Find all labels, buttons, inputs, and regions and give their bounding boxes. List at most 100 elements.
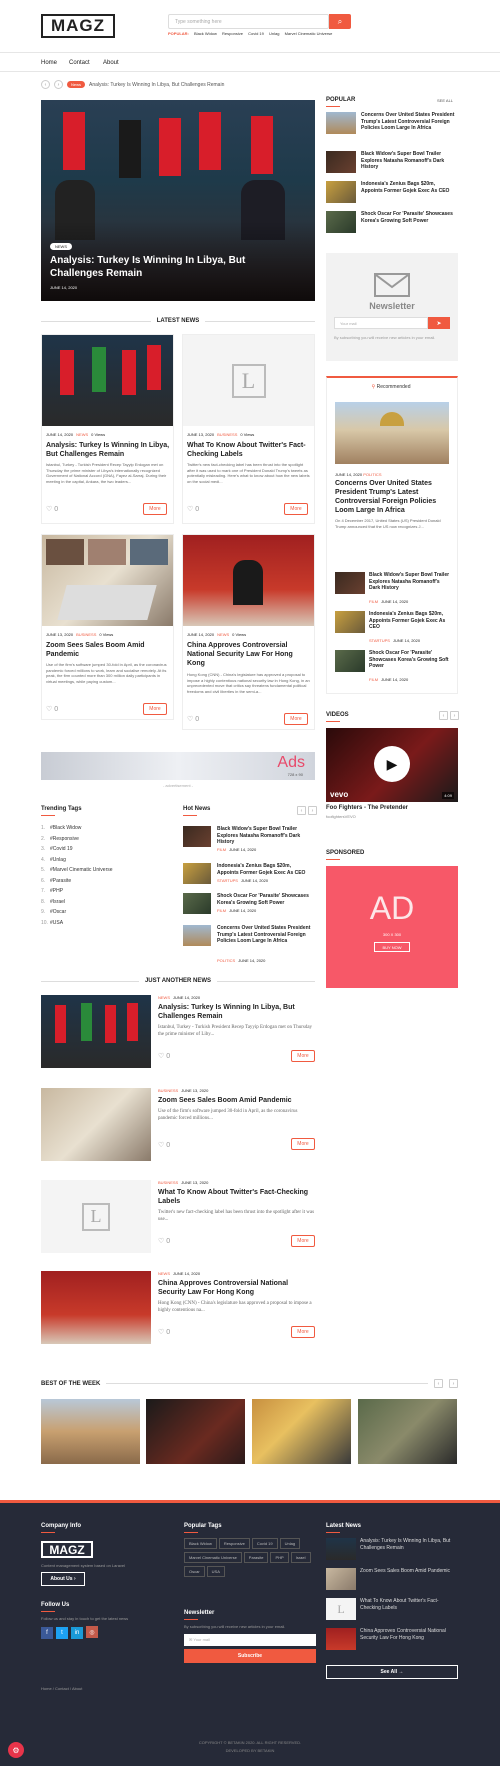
chevron-left-icon[interactable]: ‹ (297, 806, 306, 815)
heart-icon[interactable]: ♡ 0 (187, 715, 199, 723)
tag-item[interactable]: 7. #PHP (41, 888, 113, 899)
about-us-button[interactable]: About Us › (41, 1572, 85, 1586)
ticker-text[interactable]: Analysis: Turkey Is Winning In Libya, Bu… (89, 82, 224, 88)
search-input[interactable]: Type something here (168, 14, 329, 29)
instagram-icon[interactable]: ◎ (86, 1626, 98, 1638)
card-title[interactable]: Analysis: Turkey Is Winning In Libya, Bu… (46, 441, 170, 459)
list-article[interactable]: L BUSINESS JUNE 13, 2020 What To Know Abo… (41, 1180, 315, 1253)
news-card[interactable]: L JUNE 13, 2020 BUSINESS 0 Views What To K… (182, 334, 315, 524)
hero-article[interactable]: NEWS Analysis: Turkey Is Winning In Liby… (41, 100, 315, 301)
more-button[interactable]: More (291, 1235, 315, 1247)
popular-item[interactable]: Concerns Over United States President Tr… (326, 112, 458, 136)
heart-icon[interactable]: ♡ 0 (46, 705, 58, 713)
more-button[interactable]: More (284, 503, 308, 515)
card-title[interactable]: Zoom Sees Sales Boom Amid Pandemic (46, 641, 170, 659)
more-button[interactable]: More (143, 703, 167, 715)
chevron-left-icon[interactable]: ‹ (434, 1379, 443, 1388)
nav-home[interactable]: Home (41, 60, 57, 66)
facebook-icon[interactable]: f (41, 1626, 53, 1639)
play-icon[interactable]: ▶ (374, 746, 410, 782)
footer-tag[interactable]: Marvel Cinematic Universe (184, 1552, 242, 1563)
footer-link-contact[interactable]: Contact (55, 1686, 69, 1691)
footer-tag[interactable]: Covid 19 (251, 1538, 278, 1549)
more-button[interactable]: More (291, 1326, 315, 1338)
list-article[interactable]: NEWS JUNE 14, 2020 Analysis: Turkey Is Wi… (41, 995, 315, 1068)
floating-settings-button[interactable]: ⚙ (8, 1742, 24, 1758)
recommended-title[interactable]: Concerns Over United States President Tr… (335, 479, 451, 515)
popular-tag[interactable]: Unlag (269, 31, 279, 36)
footer-link-about[interactable]: About (72, 1686, 82, 1691)
footer-email-input[interactable]: ✉ Your mail (184, 1634, 316, 1646)
twitter-icon[interactable]: t (56, 1626, 68, 1639)
heart-icon[interactable]: ♡ 0 (158, 1328, 170, 1336)
more-button[interactable]: More (284, 713, 308, 725)
card-title[interactable]: China Approves Controversial National Se… (187, 641, 311, 668)
recommended-image[interactable] (335, 402, 449, 464)
subscribe-button[interactable]: Subscribe (184, 1649, 316, 1663)
footer-tag[interactable]: Unlag (279, 1538, 301, 1549)
banner-ad[interactable]: Ads 728 x 90 (41, 752, 315, 780)
chevron-right-icon[interactable]: › (54, 80, 63, 89)
footer-link-home[interactable]: Home (41, 1686, 52, 1691)
footer-tag[interactable]: Parasite (243, 1552, 269, 1563)
nav-about[interactable]: About (103, 60, 119, 66)
hot-news-item[interactable]: Indonesia's Zenius Bags $20m, Appoints F… (183, 863, 315, 891)
more-button[interactable]: More (291, 1050, 315, 1062)
article-title[interactable]: China Approves Controversial National Se… (158, 1279, 315, 1297)
best-of-week-item[interactable] (358, 1399, 457, 1464)
heart-icon[interactable]: ♡ 0 (158, 1052, 170, 1060)
article-title[interactable]: What To Know About Twitter's Fact-Checki… (158, 1188, 315, 1206)
card-title[interactable]: What To Know About Twitter's Fact-Checki… (187, 441, 311, 459)
footer-latest-item[interactable]: Zoom Sees Sales Boom Amid Pandemic (326, 1568, 458, 1592)
article-title[interactable]: Analysis: Turkey Is Winning In Libya, Bu… (158, 1003, 315, 1021)
recommended-item[interactable]: Indonesia's Zenius Bags $20m, Appoints F… (335, 611, 455, 645)
footer-tag[interactable]: Black Widow (184, 1538, 217, 1549)
heart-icon[interactable]: ♡ 0 (158, 1237, 170, 1245)
hot-news-item[interactable]: Shock Oscar For 'Parasite' Showcases Kor… (183, 893, 315, 921)
chevron-left-icon[interactable]: ‹ (41, 80, 50, 89)
tag-item[interactable]: 2. #Responsive (41, 836, 113, 847)
footer-logo[interactable]: MAGZ (41, 1541, 93, 1558)
sponsored-ad[interactable]: AD 300 X 300 BUY NOW (326, 866, 458, 988)
video-player[interactable]: ▶ vevo 4:09 (326, 728, 458, 802)
see-all-link[interactable]: SEE ALL (437, 98, 453, 103)
more-button[interactable]: More (291, 1138, 315, 1150)
popular-tag[interactable]: Black Widow (194, 31, 217, 36)
site-logo[interactable]: MAGZ (41, 14, 115, 38)
newsletter-email-input[interactable]: Your mail (334, 317, 428, 329)
heart-icon[interactable]: ♡ 0 (46, 505, 58, 513)
popular-tag[interactable]: Responsive (222, 31, 243, 36)
tag-item[interactable]: 4. #Unlag (41, 857, 113, 868)
video-title[interactable]: Foo Fighters - The Pretender (326, 805, 408, 811)
send-button[interactable]: ➤ (428, 317, 450, 329)
tag-item[interactable]: 5. #Marvel Cinematic Universe (41, 867, 113, 878)
tag-item[interactable]: 1. #Black Widow (41, 825, 113, 836)
list-article[interactable]: NEWS JUNE 14, 2020 China Approves Controv… (41, 1271, 315, 1344)
chevron-right-icon[interactable]: › (450, 711, 459, 720)
popular-tag[interactable]: Marvel Cinematic Universe (285, 31, 333, 36)
tag-item[interactable]: 9. #Oscar (41, 909, 113, 920)
nav-contact[interactable]: Contact (69, 60, 90, 66)
chevron-right-icon[interactable]: › (449, 1379, 458, 1388)
list-article[interactable]: BUSINESS JUNE 13, 2020 Zoom Sees Sales Bo… (41, 1088, 315, 1161)
popular-item[interactable]: Black Widow's Super Bowl Trailer Explore… (326, 151, 458, 175)
chevron-left-icon[interactable]: ‹ (439, 711, 448, 720)
footer-latest-item[interactable]: Analysis: Turkey Is Winning In Libya, Bu… (326, 1538, 458, 1562)
news-card[interactable]: JUNE 13, 2020 BUSINESS 0 Views Zoom Sees S… (41, 534, 174, 720)
recommended-item[interactable]: Shock Oscar For 'Parasite' Showcases Kor… (335, 650, 455, 684)
popular-item[interactable]: Indonesia's Zenius Bags $20m, Appoints F… (326, 181, 458, 205)
popular-tag[interactable]: Covid 19 (248, 31, 264, 36)
footer-tag[interactable]: Oscar (184, 1566, 205, 1577)
heart-icon[interactable]: ♡ 0 (187, 505, 199, 513)
footer-see-all-button[interactable]: See All → (326, 1665, 458, 1679)
buy-now-button[interactable]: BUY NOW (374, 942, 410, 952)
tag-item[interactable]: 6. #Parasite (41, 878, 113, 889)
footer-tag[interactable]: USA (206, 1566, 225, 1577)
news-card[interactable]: JUNE 14, 2020 NEWS 0 Views China Approves … (182, 534, 315, 730)
more-button[interactable]: More (143, 503, 167, 515)
tag-item[interactable]: 10. #USA (41, 920, 113, 931)
best-of-week-item[interactable] (146, 1399, 245, 1464)
popular-item[interactable]: Shock Oscar For 'Parasite' Showcases Kor… (326, 211, 458, 235)
footer-latest-item[interactable]: L What To Know About Twitter's Fact-Chec… (326, 1598, 458, 1622)
hero-title[interactable]: Analysis: Turkey Is Winning In Libya, Bu… (50, 254, 300, 280)
